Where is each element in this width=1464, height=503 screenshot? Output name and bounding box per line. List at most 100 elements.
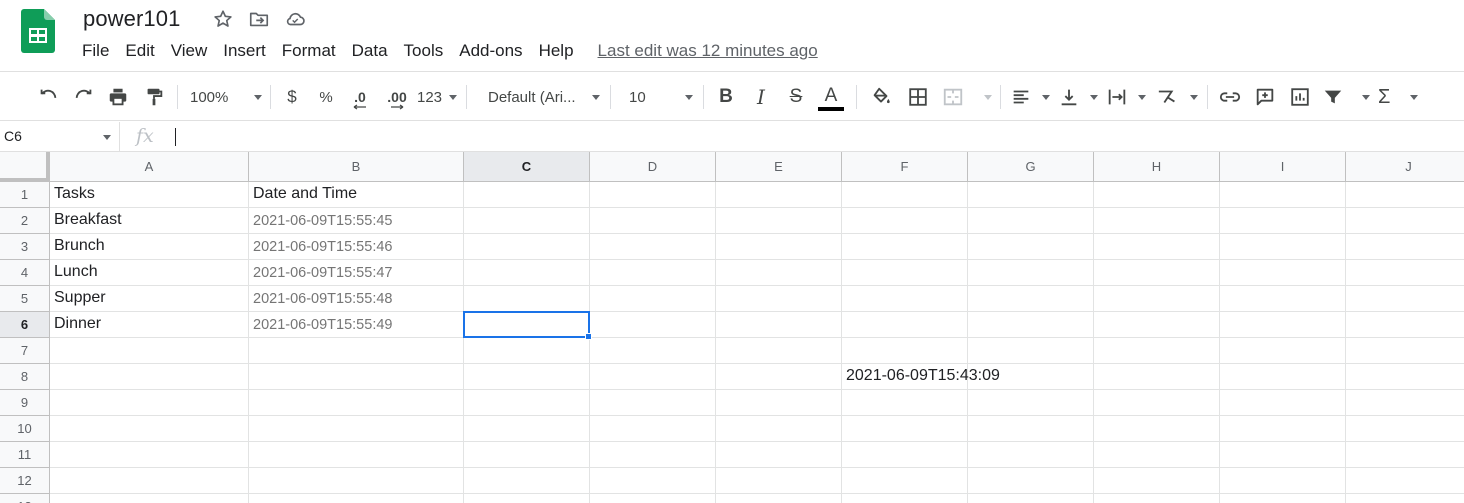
menu-view[interactable]: View xyxy=(171,41,208,61)
undo-icon[interactable] xyxy=(34,73,62,121)
cell-f5[interactable] xyxy=(842,286,968,312)
cell-h9[interactable] xyxy=(1094,390,1220,416)
cell-h7[interactable] xyxy=(1094,338,1220,364)
text-rotation-button[interactable] xyxy=(1156,73,1198,121)
cell-h6[interactable] xyxy=(1094,312,1220,338)
cell-c12[interactable] xyxy=(464,468,590,494)
cell-j1[interactable] xyxy=(1346,182,1464,208)
menu-format[interactable]: Format xyxy=(282,41,336,61)
cell-i13[interactable] xyxy=(1220,494,1346,503)
cell-e8[interactable] xyxy=(716,364,842,390)
cell-g5[interactable] xyxy=(968,286,1094,312)
more-formats-button[interactable]: 123 xyxy=(417,73,457,121)
cell-a3[interactable]: Brunch xyxy=(50,234,249,260)
cell-c13[interactable] xyxy=(464,494,590,503)
menu-tools[interactable]: Tools xyxy=(404,41,444,61)
menu-data[interactable]: Data xyxy=(352,41,388,61)
cell-b7[interactable] xyxy=(249,338,464,364)
cell-b4[interactable]: 2021-06-09T15:55:47 xyxy=(249,260,464,286)
cell-g6[interactable] xyxy=(968,312,1094,338)
cell-i10[interactable] xyxy=(1220,416,1346,442)
row-header-6[interactable]: 6 xyxy=(0,312,50,338)
cell-e10[interactable] xyxy=(716,416,842,442)
menu-edit[interactable]: Edit xyxy=(125,41,154,61)
cell-h1[interactable] xyxy=(1094,182,1220,208)
cell-c3[interactable] xyxy=(464,234,590,260)
column-header-j[interactable]: J xyxy=(1346,152,1464,182)
cloud-saved-icon[interactable] xyxy=(284,8,306,30)
cell-c7[interactable] xyxy=(464,338,590,364)
cell-d4[interactable] xyxy=(590,260,716,286)
row-header-1[interactable]: 1 xyxy=(0,182,50,208)
cell-d9[interactable] xyxy=(590,390,716,416)
cell-d13[interactable] xyxy=(590,494,716,503)
cell-c10[interactable] xyxy=(464,416,590,442)
borders-icon[interactable] xyxy=(904,73,932,121)
text-wrapping-button[interactable] xyxy=(1106,73,1146,121)
menu-help[interactable]: Help xyxy=(539,41,574,61)
font-family-select[interactable]: Default (Ari... xyxy=(488,73,600,121)
cell-d10[interactable] xyxy=(590,416,716,442)
row-header-2[interactable]: 2 xyxy=(0,208,50,234)
cell-g7[interactable] xyxy=(968,338,1094,364)
cell-a9[interactable] xyxy=(50,390,249,416)
column-header-e[interactable]: E xyxy=(716,152,842,182)
cell-c9[interactable] xyxy=(464,390,590,416)
cell-j3[interactable] xyxy=(1346,234,1464,260)
column-header-h[interactable]: H xyxy=(1094,152,1220,182)
cell-f2[interactable] xyxy=(842,208,968,234)
cell-c2[interactable] xyxy=(464,208,590,234)
strikethrough-button[interactable]: S xyxy=(784,73,808,121)
cell-e3[interactable] xyxy=(716,234,842,260)
row-header-11[interactable]: 11 xyxy=(0,442,50,468)
cell-c4[interactable] xyxy=(464,260,590,286)
cell-i8[interactable] xyxy=(1220,364,1346,390)
cell-g4[interactable] xyxy=(968,260,1094,286)
percent-button[interactable]: % xyxy=(314,73,338,121)
text-color-button[interactable]: A xyxy=(817,73,845,121)
cell-b8[interactable] xyxy=(249,364,464,390)
column-header-i[interactable]: I xyxy=(1220,152,1346,182)
cell-b5[interactable]: 2021-06-09T15:55:48 xyxy=(249,286,464,312)
move-folder-icon[interactable] xyxy=(248,8,270,30)
row-header-3[interactable]: 3 xyxy=(0,234,50,260)
cell-h12[interactable] xyxy=(1094,468,1220,494)
fill-handle[interactable] xyxy=(585,333,592,340)
cell-i7[interactable] xyxy=(1220,338,1346,364)
column-header-f[interactable]: F xyxy=(842,152,968,182)
currency-button[interactable]: $ xyxy=(280,73,304,121)
italic-button[interactable]: I xyxy=(749,73,773,121)
cell-j6[interactable] xyxy=(1346,312,1464,338)
cell-j5[interactable] xyxy=(1346,286,1464,312)
cell-i11[interactable] xyxy=(1220,442,1346,468)
cell-a8[interactable] xyxy=(50,364,249,390)
row-header-5[interactable]: 5 xyxy=(0,286,50,312)
cell-f4[interactable] xyxy=(842,260,968,286)
menu-file[interactable]: File xyxy=(82,41,109,61)
cell-h5[interactable] xyxy=(1094,286,1220,312)
cell-j10[interactable] xyxy=(1346,416,1464,442)
menu-add-ons[interactable]: Add-ons xyxy=(459,41,522,61)
cell-e1[interactable] xyxy=(716,182,842,208)
cell-a2[interactable]: Breakfast xyxy=(50,208,249,234)
cell-g1[interactable] xyxy=(968,182,1094,208)
cell-d8[interactable] xyxy=(590,364,716,390)
cell-a7[interactable] xyxy=(50,338,249,364)
cell-i5[interactable] xyxy=(1220,286,1346,312)
cell-f3[interactable] xyxy=(842,234,968,260)
cell-f10[interactable] xyxy=(842,416,968,442)
cell-d2[interactable] xyxy=(590,208,716,234)
cell-e6[interactable] xyxy=(716,312,842,338)
cell-a10[interactable] xyxy=(50,416,249,442)
column-header-b[interactable]: B xyxy=(249,152,464,182)
cell-b10[interactable] xyxy=(249,416,464,442)
cell-g12[interactable] xyxy=(968,468,1094,494)
row-header-7[interactable]: 7 xyxy=(0,338,50,364)
cell-h2[interactable] xyxy=(1094,208,1220,234)
print-icon[interactable] xyxy=(104,73,132,121)
cell-h3[interactable] xyxy=(1094,234,1220,260)
cell-e5[interactable] xyxy=(716,286,842,312)
cell-a11[interactable] xyxy=(50,442,249,468)
document-title[interactable]: power101 xyxy=(83,6,180,32)
cell-f13[interactable] xyxy=(842,494,968,503)
